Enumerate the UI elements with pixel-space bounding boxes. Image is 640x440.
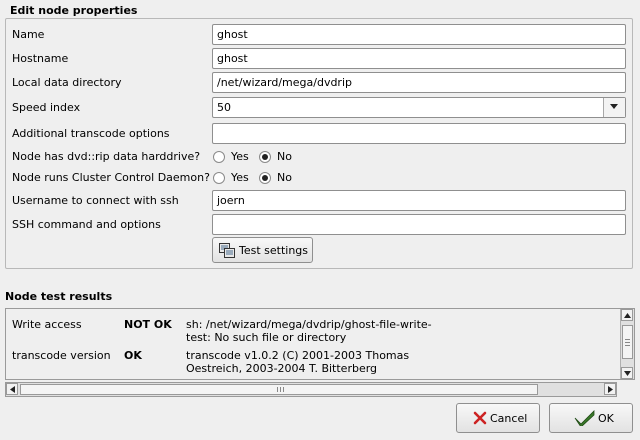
ssh-command-label: SSH command and options (12, 218, 161, 231)
hostname-label: Hostname (12, 52, 69, 65)
results-vertical-scrollbar[interactable] (620, 309, 634, 379)
test-settings-label: Test settings (239, 244, 309, 257)
speed-index-label: Speed index (12, 101, 81, 114)
chevron-down-icon (610, 104, 618, 109)
edit-section-title: Edit node properties (10, 4, 138, 17)
transcode-options-field[interactable] (212, 123, 626, 144)
harddrive-no-label[interactable]: No (277, 150, 292, 163)
cancel-label: Cancel (490, 412, 528, 425)
checkmark-icon (574, 410, 595, 426)
ok-label: OK (598, 412, 614, 425)
ccd-label: Node runs Cluster Control Daemon? (12, 171, 210, 184)
test-settings-button[interactable]: Test settings (212, 237, 313, 263)
ssh-username-label: Username to connect with ssh (12, 194, 179, 207)
speed-index-dropdown-button[interactable] (603, 98, 625, 117)
result-row-detail: transcode v1.0.2 (C) 2001-2003 Thomas (186, 349, 410, 362)
ssh-username-field[interactable]: joern (212, 190, 626, 211)
chevron-up-icon (624, 313, 631, 318)
vertical-scroll-thumb[interactable] (622, 325, 633, 359)
hostname-field[interactable]: ghost (212, 48, 626, 69)
result-row-status: NOT OK (124, 318, 172, 331)
name-field[interactable]: ghost (212, 24, 626, 45)
ccd-yes-label[interactable]: Yes (231, 171, 249, 184)
harddrive-yes-label[interactable]: Yes (231, 150, 249, 163)
ok-button[interactable]: OK (549, 403, 633, 433)
data-dir-field[interactable]: /net/wizard/mega/dvdrip (212, 72, 626, 93)
cancel-button[interactable]: Cancel (456, 403, 540, 433)
results-list: Write access NOT OK sh: /net/wizard/mega… (5, 308, 635, 380)
speed-index-combo[interactable]: 50 (212, 97, 626, 118)
transcode-options-label: Additional transcode options (12, 127, 170, 140)
ccd-no-radio[interactable] (259, 172, 271, 184)
result-row-detail: Oestreich, 2003-2004 T. Bitterberg (186, 362, 378, 375)
data-dir-label: Local data directory (12, 76, 122, 89)
scroll-up-button[interactable] (621, 309, 633, 321)
result-row-name: Write access (12, 318, 82, 331)
result-row-status: OK (124, 349, 142, 362)
ccd-yes-radio[interactable] (213, 172, 225, 184)
close-icon (473, 411, 487, 425)
horizontal-scroll-thumb[interactable] (20, 384, 538, 395)
result-row-detail: test: No such file or directory (186, 331, 347, 344)
name-label: Name (12, 28, 45, 41)
results-horizontal-scrollbar[interactable] (5, 382, 617, 397)
results-section-title: Node test results (5, 290, 113, 303)
chevron-down-icon (624, 371, 631, 376)
chevron-right-icon (608, 386, 613, 393)
scroll-left-button[interactable] (6, 383, 18, 395)
test-settings-icon (219, 243, 235, 258)
harddrive-no-radio[interactable] (259, 151, 271, 163)
result-row-name: transcode version (12, 349, 111, 362)
scroll-right-button[interactable] (604, 383, 616, 395)
result-row-detail: sh: /net/wizard/mega/dvdrip/ghost-file-w… (186, 318, 432, 331)
harddrive-yes-radio[interactable] (213, 151, 225, 163)
harddrive-label: Node has dvd::rip data harddrive? (12, 150, 201, 163)
ccd-no-label[interactable]: No (277, 171, 292, 184)
chevron-left-icon (10, 386, 15, 393)
scroll-down-button[interactable] (621, 367, 633, 379)
ssh-command-field[interactable] (212, 214, 626, 235)
speed-index-value: 50 (217, 101, 231, 114)
